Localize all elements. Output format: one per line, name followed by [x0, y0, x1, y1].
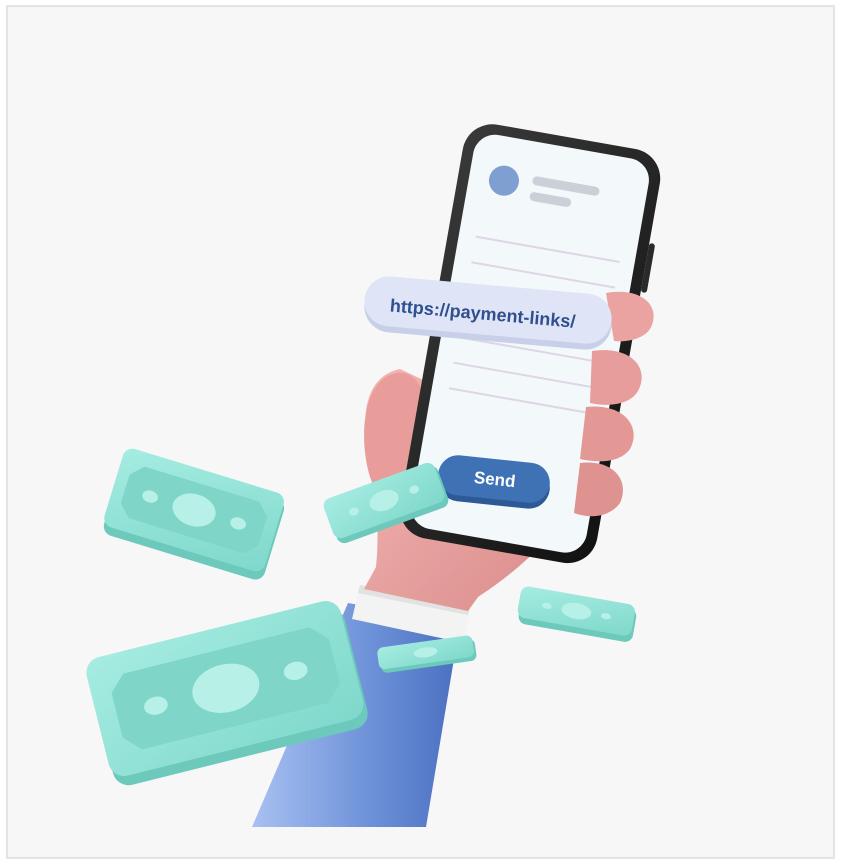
illustration-frame: https://payment-links/ Send — [6, 5, 835, 859]
banknote-small-right — [517, 586, 637, 642]
banknote-left-top — [103, 448, 285, 580]
payment-link-illustration: https://payment-links/ Send — [86, 124, 661, 827]
